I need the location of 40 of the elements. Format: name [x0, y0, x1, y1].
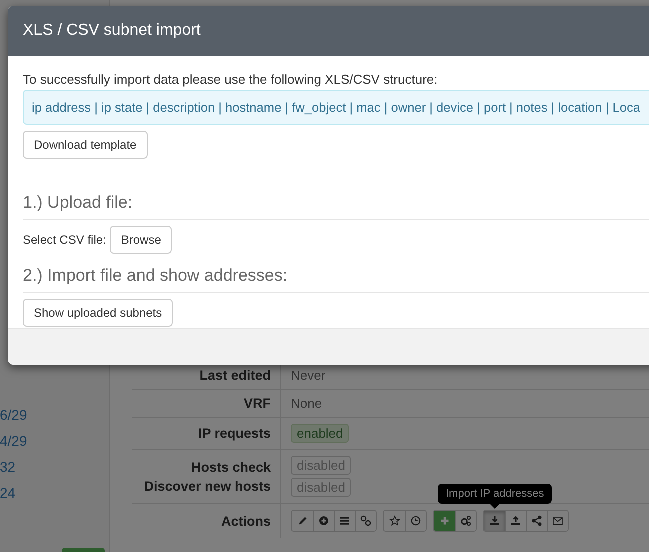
instruction-text: To successfully import data please use the following XLS/CSV structure: — [23, 72, 439, 87]
field-label: IP requests — [197, 426, 271, 441]
plus-circle-icon — [318, 515, 330, 527]
download-icon — [488, 515, 500, 527]
field-label: Actions — [220, 514, 271, 528]
action-button[interactable] — [455, 511, 476, 531]
section-heading: 1.) Upload file: — [23, 193, 649, 220]
browse-button[interactable]: Browse — [110, 226, 172, 254]
file-label: Select CSV file: — [23, 233, 106, 247]
field-label: VRF — [243, 396, 271, 411]
value-text: Never — [291, 368, 327, 383]
subnet-link[interactable]: 4/29 — [0, 430, 109, 456]
envelope-icon — [552, 515, 564, 527]
dialog-title: XLS / CSV subnet import — [23, 22, 201, 40]
clock-icon — [410, 515, 422, 527]
status-badge: enabled — [291, 424, 350, 443]
tooltip-arrow — [490, 504, 500, 509]
action-button[interactable] — [355, 511, 376, 531]
section-heading: 2.) Import file and show addresses: — [23, 266, 649, 293]
structure-info: ip address | ip state | description | hostname | fw_object | mac | owner | device | port | notes | location | Loca — [23, 90, 649, 125]
field-label: Last edited — [198, 368, 271, 383]
link-icon — [360, 515, 372, 527]
action-button[interactable] — [484, 511, 505, 531]
share-icon — [531, 515, 543, 527]
field-label: Hosts check — [190, 460, 271, 474]
list-icon — [339, 515, 351, 527]
subnet-link[interactable]: 24 — [0, 482, 109, 508]
upload-icon — [510, 515, 522, 527]
show-subnets-button[interactable]: Show uploaded subnets — [23, 299, 174, 327]
gears-icon — [460, 515, 472, 527]
value-text: None — [291, 396, 324, 411]
action-button[interactable] — [547, 511, 568, 531]
download-template-button[interactable]: Download template — [23, 131, 148, 159]
plus-icon — [438, 515, 450, 527]
star-icon — [388, 515, 400, 527]
pencil-icon — [296, 515, 308, 527]
field-label: Discover new hosts — [143, 478, 271, 494]
action-button[interactable] — [405, 511, 426, 531]
subnet-link[interactable]: 32 — [0, 456, 109, 482]
subnet-link[interactable]: 6/29 — [0, 404, 109, 430]
